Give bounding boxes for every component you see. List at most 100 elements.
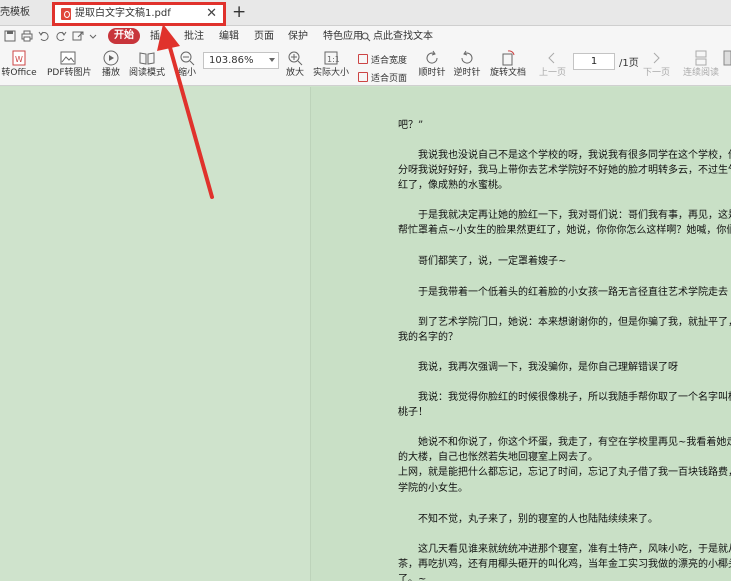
rotate-doc-label: 旋转文档 bbox=[489, 68, 526, 78]
read-mode-button[interactable]: 阅读模式 bbox=[128, 50, 166, 79]
doc-line: 不知不觉，丸子来了，别的寝室的人也陆陆续续来了。 bbox=[398, 514, 658, 525]
zoom-in-icon bbox=[288, 51, 303, 66]
document-margin bbox=[0, 87, 310, 581]
print-icon[interactable] bbox=[21, 30, 33, 42]
continuous-read-icon bbox=[695, 50, 707, 66]
close-icon[interactable]: ✕ bbox=[206, 6, 217, 21]
chevron-right-icon bbox=[653, 52, 660, 64]
continuous-read-label: 连续阅读 bbox=[683, 68, 720, 78]
chevron-left-icon bbox=[548, 52, 555, 64]
doc-line: 我说我也没说自己不是这个学校的呀，我说我有很多同学在这个学校，他 bbox=[398, 150, 731, 161]
tab-title: 提取白文字文稿1.pdf bbox=[75, 8, 171, 19]
next-page-label: 下一页 bbox=[643, 68, 671, 78]
fit-width-icon bbox=[358, 54, 368, 64]
tab-bar: 壳模板 提取白文字文稿1.pdf ✕ + bbox=[0, 0, 731, 26]
next-page-button[interactable]: 下一页 bbox=[643, 50, 671, 79]
fit-page-button[interactable]: 适合页面 bbox=[358, 71, 407, 84]
rotate-document-icon bbox=[502, 50, 515, 66]
to-office-label: 转Office bbox=[1, 68, 37, 78]
fit-width-button[interactable]: 适合宽度 bbox=[358, 53, 407, 66]
single-page-icon[interactable] bbox=[723, 50, 731, 66]
convert-office-icon: W bbox=[12, 50, 26, 66]
doc-line: 的大楼，自己也怅然若失地回寝室上网去了。 bbox=[398, 452, 598, 463]
zoom-in-label: 放大 bbox=[285, 68, 304, 78]
menu-edit[interactable]: 编辑 bbox=[219, 28, 239, 45]
prev-page-button[interactable]: 上一页 bbox=[539, 50, 567, 79]
doc-line: 学院的小女生。 bbox=[398, 483, 468, 494]
page-total: /1页 bbox=[619, 58, 639, 69]
rotate-cw-label: 顺时针 bbox=[418, 68, 446, 78]
play-label: 播放 bbox=[101, 68, 120, 78]
svg-text:W: W bbox=[15, 55, 23, 64]
page-number-input[interactable]: 1 bbox=[573, 53, 615, 70]
tab-template[interactable]: 壳模板 bbox=[0, 0, 52, 26]
zoom-select[interactable]: 103.86% bbox=[203, 52, 279, 69]
doc-line: 了。~ bbox=[398, 574, 427, 581]
doc-line: 这几天看见谁来就统统冲进那个寝室，准有土特产，风味小吃，于是就从大 bbox=[398, 544, 731, 555]
play-icon bbox=[103, 50, 119, 66]
doc-line: 桃子！ bbox=[398, 407, 428, 418]
rotate-ccw-label: 逆时针 bbox=[453, 68, 481, 78]
new-tab-button[interactable]: + bbox=[232, 1, 246, 23]
actual-size-button[interactable]: 1:1 实际大小 bbox=[313, 50, 349, 79]
image-icon bbox=[60, 51, 76, 65]
doc-line: 分呀我说好好好，我马上带你去艺术学院好不好她的脸才明转多云，不过生气 bbox=[398, 165, 731, 176]
doc-line: 红了，像成熟的水蜜桃。 bbox=[398, 180, 508, 191]
doc-line: 吧？” bbox=[398, 120, 424, 131]
search-icon bbox=[361, 32, 371, 42]
redo-icon[interactable] bbox=[55, 30, 67, 42]
doc-line: 我说：我觉得你脸红的时候很像桃子，所以我随手帮你取了一个名字叫桃子，没想 bbox=[417, 392, 731, 403]
toolbar: 开始 插入 批注 编辑 页面 保护 特色应用 点此查找文本 W 转Office … bbox=[0, 26, 731, 86]
chevron-down-icon[interactable] bbox=[269, 58, 275, 62]
doc-line: 于是我带着一个低着头的红着脸的小女孩一路无言径直往艺术学院走去 bbox=[398, 287, 728, 298]
doc-line: 帮忙罩着点~小女生的脸果然更红了，她说，你你你怎么这样啊？她喊，你们不要 bbox=[398, 225, 731, 236]
pdf-file-icon bbox=[61, 8, 71, 20]
zoom-out-icon bbox=[180, 51, 195, 66]
rotate-counterclockwise-icon bbox=[461, 50, 473, 64]
menu-page[interactable]: 页面 bbox=[254, 28, 274, 45]
menu-protect[interactable]: 保护 bbox=[288, 28, 308, 45]
to-office-button[interactable]: W 转Office bbox=[0, 50, 38, 79]
fit-page-label: 适合页面 bbox=[371, 74, 408, 84]
rotate-doc-button[interactable]: 旋转文档 bbox=[489, 50, 527, 79]
doc-line: 上网，就是能把什么都忘记，忘记了时间，忘记了丸子借了我一百块钱路费，忘记了 bbox=[398, 467, 731, 478]
menu-annotate[interactable]: 批注 bbox=[184, 28, 204, 45]
continuous-read-button[interactable]: 连续阅读 bbox=[683, 50, 719, 79]
doc-line: 哥们都笑了，说，一定罩着嫂子~ bbox=[398, 256, 567, 267]
doc-line: 到了艺术学院门口，她说：本来想谢谢你的，但是你骗了我，就扯平了，不过， bbox=[398, 317, 731, 328]
rotate-clockwise-icon bbox=[426, 50, 438, 64]
menu-insert[interactable]: 插入 bbox=[150, 28, 170, 45]
doc-line: 她说不和你说了，你这个坏蛋，我走了，有空在学校里再见~我看着她走 bbox=[398, 437, 731, 448]
share-icon[interactable] bbox=[72, 30, 84, 42]
book-icon bbox=[139, 52, 155, 65]
undo-icon[interactable] bbox=[38, 30, 50, 42]
menu-start[interactable]: 开始 bbox=[108, 28, 140, 44]
zoom-out-label: 缩小 bbox=[177, 68, 196, 78]
chevron-down-icon[interactable] bbox=[89, 30, 97, 42]
find-text-button[interactable]: 点此查找文本 bbox=[373, 28, 433, 45]
rotate-ccw-button[interactable]: 逆时针 bbox=[453, 50, 481, 79]
rotate-cw-button[interactable]: 顺时针 bbox=[418, 50, 446, 79]
play-button[interactable]: 播放 bbox=[100, 50, 122, 79]
actual-size-icon: 1:1 bbox=[324, 51, 339, 65]
fit-width-label: 适合宽度 bbox=[371, 56, 408, 66]
document-page[interactable]: 吧？” 我说我也没说自己不是这个学校的呀，我说我有很多同学在这个学校，他 分呀我… bbox=[310, 87, 731, 581]
pdf-to-image-label: PDF转图片 bbox=[47, 68, 92, 78]
fit-page-icon bbox=[358, 72, 368, 82]
pdf-to-image-button[interactable]: PDF转图片 bbox=[47, 50, 92, 79]
tab-active-document[interactable]: 提取白文字文稿1.pdf ✕ bbox=[52, 2, 224, 26]
zoom-value: 103.86% bbox=[209, 55, 254, 66]
zoom-in-button[interactable]: 放大 bbox=[284, 50, 306, 79]
doc-line: 茶，再吃扒鸡，还有用椰头砸开的叫化鸡，当年金工实习我做的漂亮的小椰头 bbox=[398, 559, 731, 570]
save-icon[interactable] bbox=[4, 30, 16, 42]
doc-line: 我说，我再次强调一下，我没骗你，是你自己理解错误了呀 bbox=[398, 362, 678, 373]
read-mode-label: 阅读模式 bbox=[128, 68, 165, 78]
doc-line: 我的名字的？ bbox=[398, 332, 458, 343]
zoom-out-button[interactable]: 缩小 bbox=[176, 50, 198, 79]
svg-text:1:1: 1:1 bbox=[327, 55, 339, 64]
prev-page-label: 上一页 bbox=[539, 68, 567, 78]
pdf-reader-window: 壳模板 提取白文字文稿1.pdf ✕ + 开始 插入 批注 编辑 页面 保护 特… bbox=[0, 0, 731, 581]
actual-size-label: 实际大小 bbox=[313, 68, 350, 78]
menu-special[interactable]: 特色应用 bbox=[323, 28, 363, 45]
doc-line: 于是我就决定再让她的脸红一下，我对哥们说：哥们我有事，再见，这是我女朋 bbox=[398, 210, 731, 221]
